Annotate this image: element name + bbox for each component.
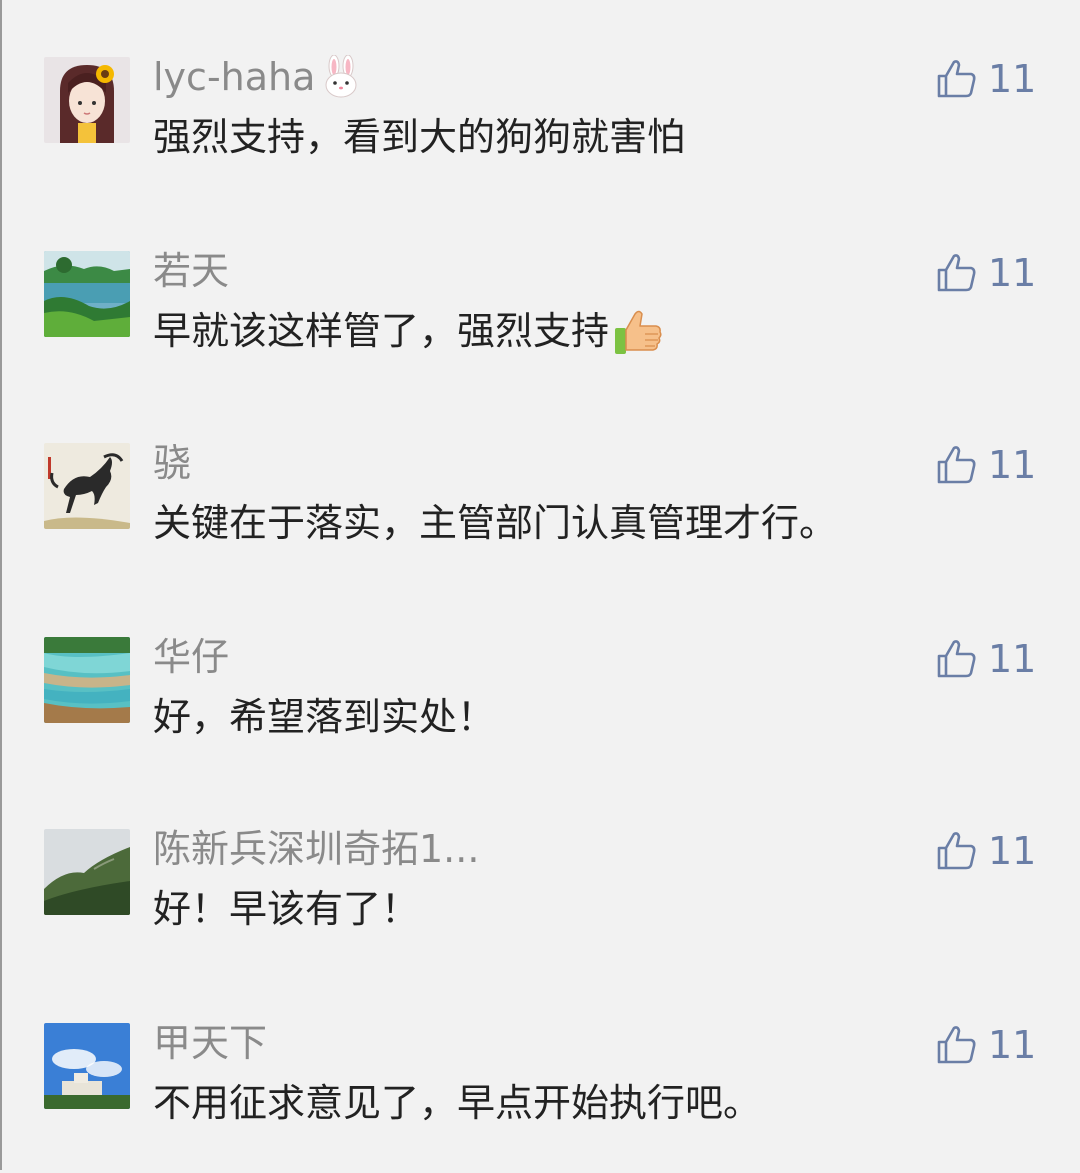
like-button[interactable]: 11: [936, 443, 1036, 487]
mountain-coast-avatar: [44, 829, 130, 915]
rabbit-face-icon: [319, 55, 363, 99]
like-button[interactable]: 11: [936, 829, 1036, 873]
avatar[interactable]: [44, 1023, 130, 1109]
comment-text: 早就该这样管了，强烈支持: [153, 307, 665, 355]
nickname-text: 若天: [153, 249, 230, 293]
nickname-text: lyc-haha: [153, 55, 316, 99]
comment-content: 好！早该有了！: [153, 887, 420, 931]
blue-sky-building-avatar: [44, 1023, 130, 1109]
like-button[interactable]: 11: [936, 251, 1036, 295]
like-button[interactable]: 11: [936, 637, 1036, 681]
comment-item: lyc-haha 强烈支持，看到大的狗狗就害怕 11: [0, 55, 1080, 207]
comment-content: 不用征求意见了，早点开始执行吧。: [153, 1081, 762, 1125]
comment-item: 华仔 好，希望落到实处！ 11: [0, 637, 1080, 787]
nickname[interactable]: 华仔: [153, 637, 229, 677]
thumbs-up-emoji-icon: [611, 304, 665, 358]
avatar[interactable]: [44, 57, 130, 143]
avatar[interactable]: [44, 829, 130, 915]
comment-text: 不用征求意见了，早点开始执行吧。: [153, 1079, 761, 1127]
comment-text: 好！早该有了！: [153, 885, 419, 933]
girl-with-sunflower-avatar: [44, 57, 130, 143]
lake-landscape-avatar: [44, 251, 130, 337]
nickname[interactable]: lyc-haha: [153, 55, 363, 99]
nickname[interactable]: 骁: [153, 443, 191, 483]
comment-item: 陈新兵深圳奇拓1... 好！早该有了！ 11: [0, 829, 1080, 979]
blue-pools-landscape-avatar: [44, 637, 130, 723]
thumbs-up-outline-icon: [936, 58, 978, 100]
nickname-text: 骁: [153, 441, 192, 485]
nickname-text: 华仔: [153, 635, 230, 679]
thumbs-up-outline-icon: [936, 444, 978, 486]
like-button[interactable]: 11: [936, 57, 1036, 101]
like-count: 11: [988, 1023, 1037, 1067]
nickname[interactable]: 若天: [153, 251, 229, 291]
like-count: 11: [988, 443, 1037, 487]
comment-item: 若天 早就该这样管了，强烈支持 11: [0, 251, 1080, 401]
avatar[interactable]: [44, 637, 130, 723]
avatar[interactable]: [44, 251, 130, 337]
comment-item: 骁 关键在于落实，主管部门认真管理才行。 11: [0, 443, 1080, 593]
like-count: 11: [988, 57, 1037, 101]
like-count: 11: [988, 251, 1037, 295]
nickname[interactable]: 甲天下: [153, 1023, 267, 1063]
thumbs-up-outline-icon: [936, 252, 978, 294]
comment-content: 强烈支持，看到大的狗狗就害怕: [153, 115, 686, 159]
comment-text: 强烈支持，看到大的狗狗就害怕: [153, 113, 685, 161]
comment-content: 好，希望落到实处！: [153, 695, 496, 739]
thumbs-up-outline-icon: [936, 638, 978, 680]
comment-item: 甲天下 不用征求意见了，早点开始执行吧。 11: [0, 1023, 1080, 1173]
comment-content: 关键在于落实，主管部门认真管理才行。: [153, 501, 838, 545]
comment-text: 关键在于落实，主管部门认真管理才行。: [153, 499, 837, 547]
like-count: 11: [988, 637, 1037, 681]
nickname-text: 甲天下: [153, 1021, 268, 1065]
like-count: 11: [988, 829, 1037, 873]
avatar[interactable]: [44, 443, 130, 529]
like-button[interactable]: 11: [936, 1023, 1036, 1067]
thumbs-up-outline-icon: [936, 1024, 978, 1066]
nickname-text: 陈新兵深圳奇拓1...: [153, 827, 480, 871]
thumbs-up-outline-icon: [936, 830, 978, 872]
comment-content: 早就该这样管了，强烈支持: [153, 309, 610, 353]
nickname[interactable]: 陈新兵深圳奇拓1...: [153, 829, 479, 869]
comment-text: 好，希望落到实处！: [153, 693, 495, 741]
horse-ink-painting-avatar: [44, 443, 130, 529]
